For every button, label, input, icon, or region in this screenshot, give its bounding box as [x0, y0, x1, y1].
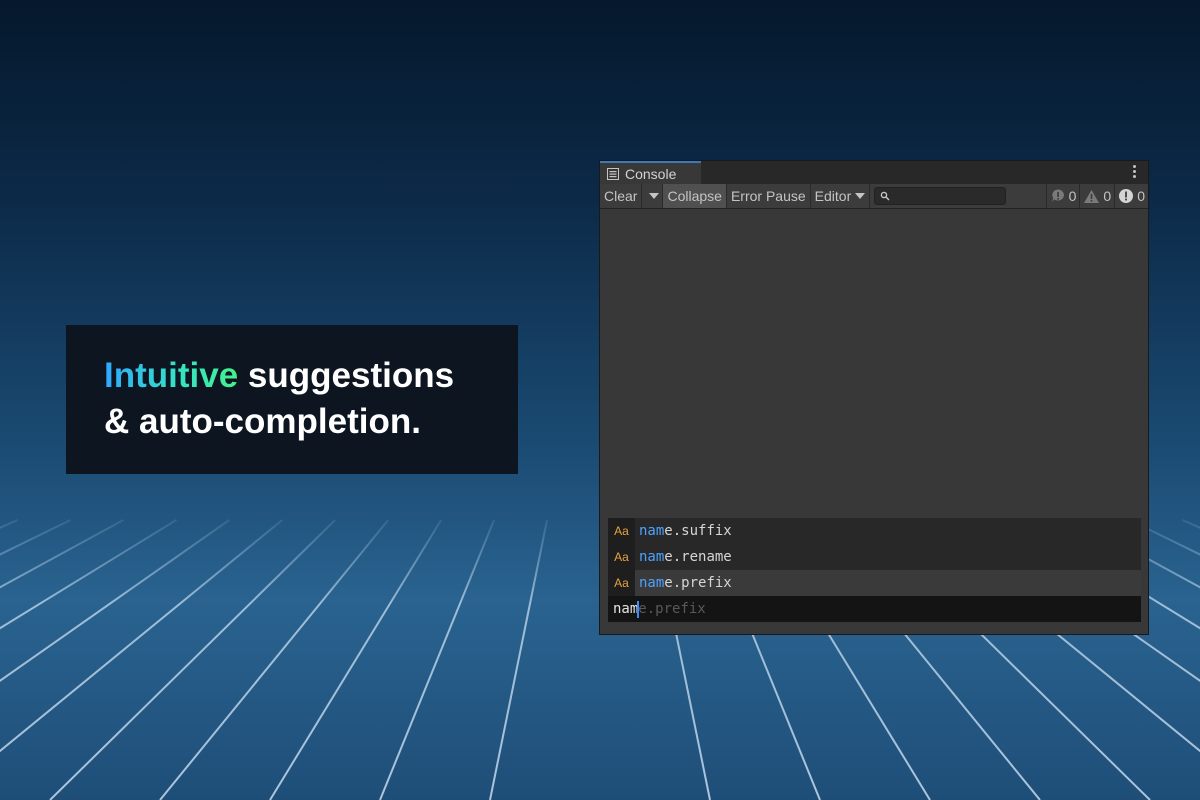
promo-line-1-rest: suggestions [238, 356, 455, 395]
command-input-typed: nam [613, 601, 639, 617]
suggestion-type-badge: Aa [608, 544, 635, 570]
info-count: 0 [1068, 188, 1077, 204]
warning-filter-toggle[interactable]: 0 [1079, 184, 1114, 208]
suggestion-item[interactable]: Aa name.rename [608, 544, 1141, 570]
suggestion-rest: e.suffix [664, 523, 732, 539]
editor-dropdown-label: Editor [814, 188, 852, 204]
search-field[interactable] [874, 187, 1007, 205]
suggestion-rest: e.rename [664, 549, 732, 565]
command-input[interactable]: nam e.prefix [608, 596, 1141, 622]
suggestion-type-badge: Aa [608, 570, 635, 596]
promo-line-2: & auto-completion. [104, 402, 421, 441]
error-icon [1119, 189, 1134, 203]
error-pause-label: Error Pause [730, 188, 806, 204]
console-window: Console Clear Collapse Error Pause Edito… [599, 160, 1149, 635]
editor-dropdown[interactable]: Editor [811, 184, 871, 208]
tab-console[interactable]: Console [600, 161, 701, 184]
collapse-label: Collapse [667, 188, 722, 204]
suggestion-match: nam [639, 575, 665, 591]
clear-options-dropdown[interactable] [642, 184, 664, 208]
suggestion-item[interactable]: Aa name.suffix [608, 518, 1141, 544]
suggestion-type-badge: Aa [608, 518, 635, 544]
suggestion-item-selected[interactable]: Aa name.prefix [608, 570, 1141, 596]
error-filter-toggle[interactable]: 0 [1114, 184, 1148, 208]
clear-button-label: Clear [604, 188, 638, 204]
search-input[interactable] [890, 188, 995, 204]
suggestion-text: name.prefix [635, 575, 732, 591]
info-icon [1051, 189, 1064, 202]
chevron-down-icon [855, 193, 866, 199]
console-tab-bar: Console [600, 161, 1148, 184]
collapse-toggle[interactable]: Collapse [663, 184, 727, 208]
suggestion-text: name.rename [635, 549, 732, 565]
chevron-down-icon [649, 193, 660, 199]
suggestion-match: nam [639, 523, 665, 539]
warning-icon [1084, 189, 1100, 203]
promo-highlight-word: Intuitive [104, 356, 239, 395]
promo-headline: Intuitive suggestions & auto-completion. [66, 325, 518, 474]
console-log-area[interactable] [600, 209, 1148, 517]
clear-button[interactable]: Clear [600, 184, 643, 208]
console-toolbar: Clear Collapse Error Pause Editor 0 0 0 [600, 184, 1148, 209]
suggestion-rest: e.prefix [664, 575, 732, 591]
command-input-ghost-completion: e.prefix [638, 601, 706, 617]
error-pause-toggle[interactable]: Error Pause [727, 184, 811, 208]
warning-count: 0 [1103, 188, 1112, 204]
suggestion-text: name.suffix [635, 523, 732, 539]
tab-console-label: Console [625, 165, 677, 182]
promo-line-1: Intuitive suggestions [104, 353, 518, 399]
info-filter-toggle[interactable]: 0 [1045, 184, 1080, 208]
suggestion-match: nam [639, 549, 665, 565]
error-count: 0 [1137, 188, 1145, 204]
console-list-icon [607, 167, 619, 180]
more-options-icon[interactable] [1133, 165, 1137, 180]
search-icon [880, 191, 890, 201]
autocomplete-popup: Aa name.suffix Aa name.rename Aa name.pr… [608, 518, 1141, 622]
